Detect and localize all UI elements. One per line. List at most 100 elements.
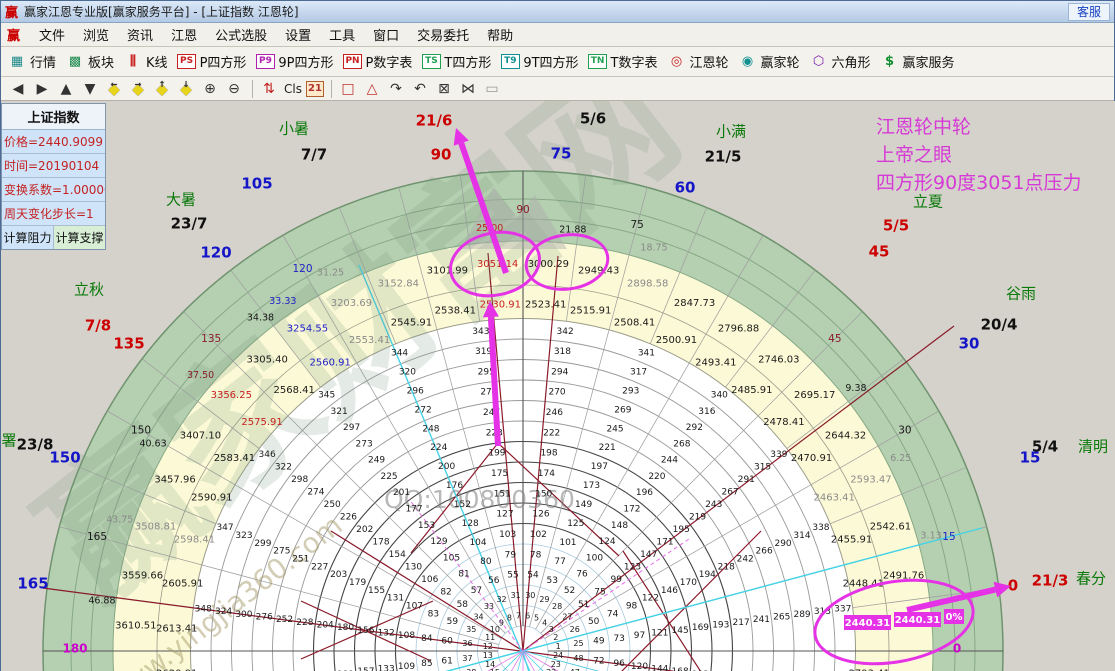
menu-item-0[interactable]: 文件 xyxy=(30,23,74,46)
tool-button-cls[interactable]: Cls xyxy=(282,79,304,99)
svg-text:74: 74 xyxy=(607,609,619,619)
toolbar-label: 9P四方形 xyxy=(278,52,333,71)
menu-item-4[interactable]: 公式选股 xyxy=(206,23,276,46)
toolbar-button-hexagon[interactable]: ⬡六角形 xyxy=(809,52,871,71)
menu-item-5[interactable]: 设置 xyxy=(276,23,320,46)
menu-item-1[interactable]: 浏览 xyxy=(74,23,118,46)
svg-text:173: 173 xyxy=(583,481,600,491)
toolbar-button-winner-service[interactable]: $赢家服务 xyxy=(880,52,955,71)
svg-text:谷雨: 谷雨 xyxy=(1006,285,1036,303)
menu-item-3[interactable]: 江恩 xyxy=(162,23,206,46)
quotes-icon: ▦ xyxy=(7,53,27,70)
svg-text:267: 267 xyxy=(721,488,738,498)
svg-text:96: 96 xyxy=(613,659,625,669)
svg-text:197: 197 xyxy=(591,462,608,472)
toolbar-button-sectors[interactable]: ▩板块 xyxy=(65,52,114,71)
menu-item-8[interactable]: 交易委托 xyxy=(408,23,478,46)
svg-text:45: 45 xyxy=(828,333,841,345)
svg-text:172: 172 xyxy=(623,504,640,514)
svg-text:320: 320 xyxy=(399,367,416,377)
tool-button-shift-right[interactable]: ◆→ xyxy=(127,79,149,99)
svg-text:2553.41: 2553.41 xyxy=(349,335,390,346)
toolbar-label: P四方形 xyxy=(200,52,247,71)
menu-item-6[interactable]: 工具 xyxy=(320,23,364,46)
svg-text:150: 150 xyxy=(131,425,151,437)
tool-button-rect-tool[interactable]: □ xyxy=(337,79,359,99)
svg-text:31.25: 31.25 xyxy=(317,268,344,279)
svg-text:7/8: 7/8 xyxy=(85,317,111,335)
tool-button-rotate-ccw[interactable]: ↶ xyxy=(409,79,431,99)
annotation-line-0: 江恩轮中轮 xyxy=(876,113,1082,141)
svg-text:0%: 0% xyxy=(946,612,963,623)
svg-text:2575.91: 2575.91 xyxy=(241,417,282,428)
menu-item-2[interactable]: 资讯 xyxy=(118,23,162,46)
svg-text:3559.66: 3559.66 xyxy=(122,570,163,581)
toolbar-button-gann-wheel[interactable]: ◎江恩轮 xyxy=(667,52,729,71)
svg-text:273: 273 xyxy=(356,439,373,449)
toolbar-button-9t-square[interactable]: T99T四方形 xyxy=(500,52,578,71)
tool-button-triangle-tool[interactable]: △ xyxy=(361,79,383,99)
svg-text:323: 323 xyxy=(235,531,252,541)
svg-text:2898.58: 2898.58 xyxy=(627,279,668,290)
svg-text:169: 169 xyxy=(692,623,709,633)
tool-button-shift-down[interactable]: ◆↓ xyxy=(175,79,197,99)
svg-text:225: 225 xyxy=(380,472,397,482)
toolbar-button-quotes[interactable]: ▦行情 xyxy=(7,52,56,71)
menu-item-7[interactable]: 窗口 xyxy=(364,23,408,46)
svg-text:2508.41: 2508.41 xyxy=(614,317,655,328)
tool-button-zoom-out[interactable]: ⊖ xyxy=(223,79,245,99)
tool-button-rotate-cw[interactable]: ↷ xyxy=(385,79,407,99)
tool-button-fit[interactable]: ⊠ xyxy=(433,79,455,99)
tool-button-calendar[interactable]: 21 xyxy=(306,81,324,97)
customer-service-button[interactable]: 客服 xyxy=(1068,3,1110,21)
svg-text:18.75: 18.75 xyxy=(640,242,667,253)
svg-text:120: 120 xyxy=(292,263,312,275)
svg-text:324: 324 xyxy=(215,607,232,617)
svg-text:201: 201 xyxy=(393,488,410,498)
svg-text:249: 249 xyxy=(368,456,385,466)
tool-button-up[interactable]: ▲ xyxy=(55,79,77,99)
svg-text:298: 298 xyxy=(291,475,308,485)
svg-text:3051.14: 3051.14 xyxy=(477,259,518,270)
tool-button-forward[interactable]: ▶ xyxy=(31,79,53,99)
9p-square-icon: P9 xyxy=(255,53,275,70)
svg-text:198: 198 xyxy=(540,449,557,459)
tool-button-present[interactable]: ▭ xyxy=(481,79,503,99)
svg-text:5/6: 5/6 xyxy=(580,110,606,128)
svg-text:157: 157 xyxy=(357,667,374,671)
toolbar-button-p-number-table[interactable]: PNP数字表 xyxy=(343,52,413,71)
toolbar-button-winner-wheel[interactable]: ◉赢家轮 xyxy=(738,52,800,71)
toolbar-button-9p-square[interactable]: P99P四方形 xyxy=(255,52,333,71)
svg-text:50: 50 xyxy=(588,617,600,627)
tool-button-shift-tool[interactable]: ⇅ xyxy=(258,79,280,99)
winner-service-icon: $ xyxy=(880,53,900,70)
svg-text:29: 29 xyxy=(539,595,549,604)
tool-button-collapse[interactable]: ⋈ xyxy=(457,79,479,99)
svg-text:244: 244 xyxy=(661,456,678,466)
svg-text:2463.41: 2463.41 xyxy=(814,493,855,504)
svg-text:2500.91: 2500.91 xyxy=(656,335,697,346)
tool-button-down[interactable]: ▼ xyxy=(79,79,101,99)
menu-item-9[interactable]: 帮助 xyxy=(478,23,522,46)
svg-text:180: 180 xyxy=(337,623,354,633)
tool-button-shift-up[interactable]: ◆↑ xyxy=(151,79,173,99)
tool-button-shift-left[interactable]: ◆← xyxy=(103,79,125,99)
tool-button-back[interactable]: ◀ xyxy=(7,79,29,99)
tool-button-zoom-in[interactable]: ⊕ xyxy=(199,79,221,99)
toolbar-button-t-number-table[interactable]: TNT数字表 xyxy=(588,52,658,71)
svg-text:133: 133 xyxy=(378,665,395,671)
svg-text:150: 150 xyxy=(535,489,552,499)
calc-support-button[interactable]: 计算支撑 xyxy=(54,226,105,249)
toolbar-button-p-square[interactable]: PSP四方形 xyxy=(177,52,247,71)
kline-icon: ⫼ xyxy=(123,53,143,70)
svg-text:292: 292 xyxy=(686,423,703,433)
svg-text:小暑: 小暑 xyxy=(279,120,309,138)
menu-logo-icon: 赢 xyxy=(7,25,20,44)
svg-text:155: 155 xyxy=(368,586,385,596)
toolbar-button-t-square[interactable]: TST四方形 xyxy=(421,52,491,71)
toolbar-button-kline[interactable]: ⫼K线 xyxy=(123,52,168,71)
svg-text:2796.88: 2796.88 xyxy=(718,323,759,334)
calc-resistance-button[interactable]: 计算阻力 xyxy=(2,226,54,249)
svg-text:246: 246 xyxy=(546,408,563,418)
svg-text:30: 30 xyxy=(898,425,911,437)
